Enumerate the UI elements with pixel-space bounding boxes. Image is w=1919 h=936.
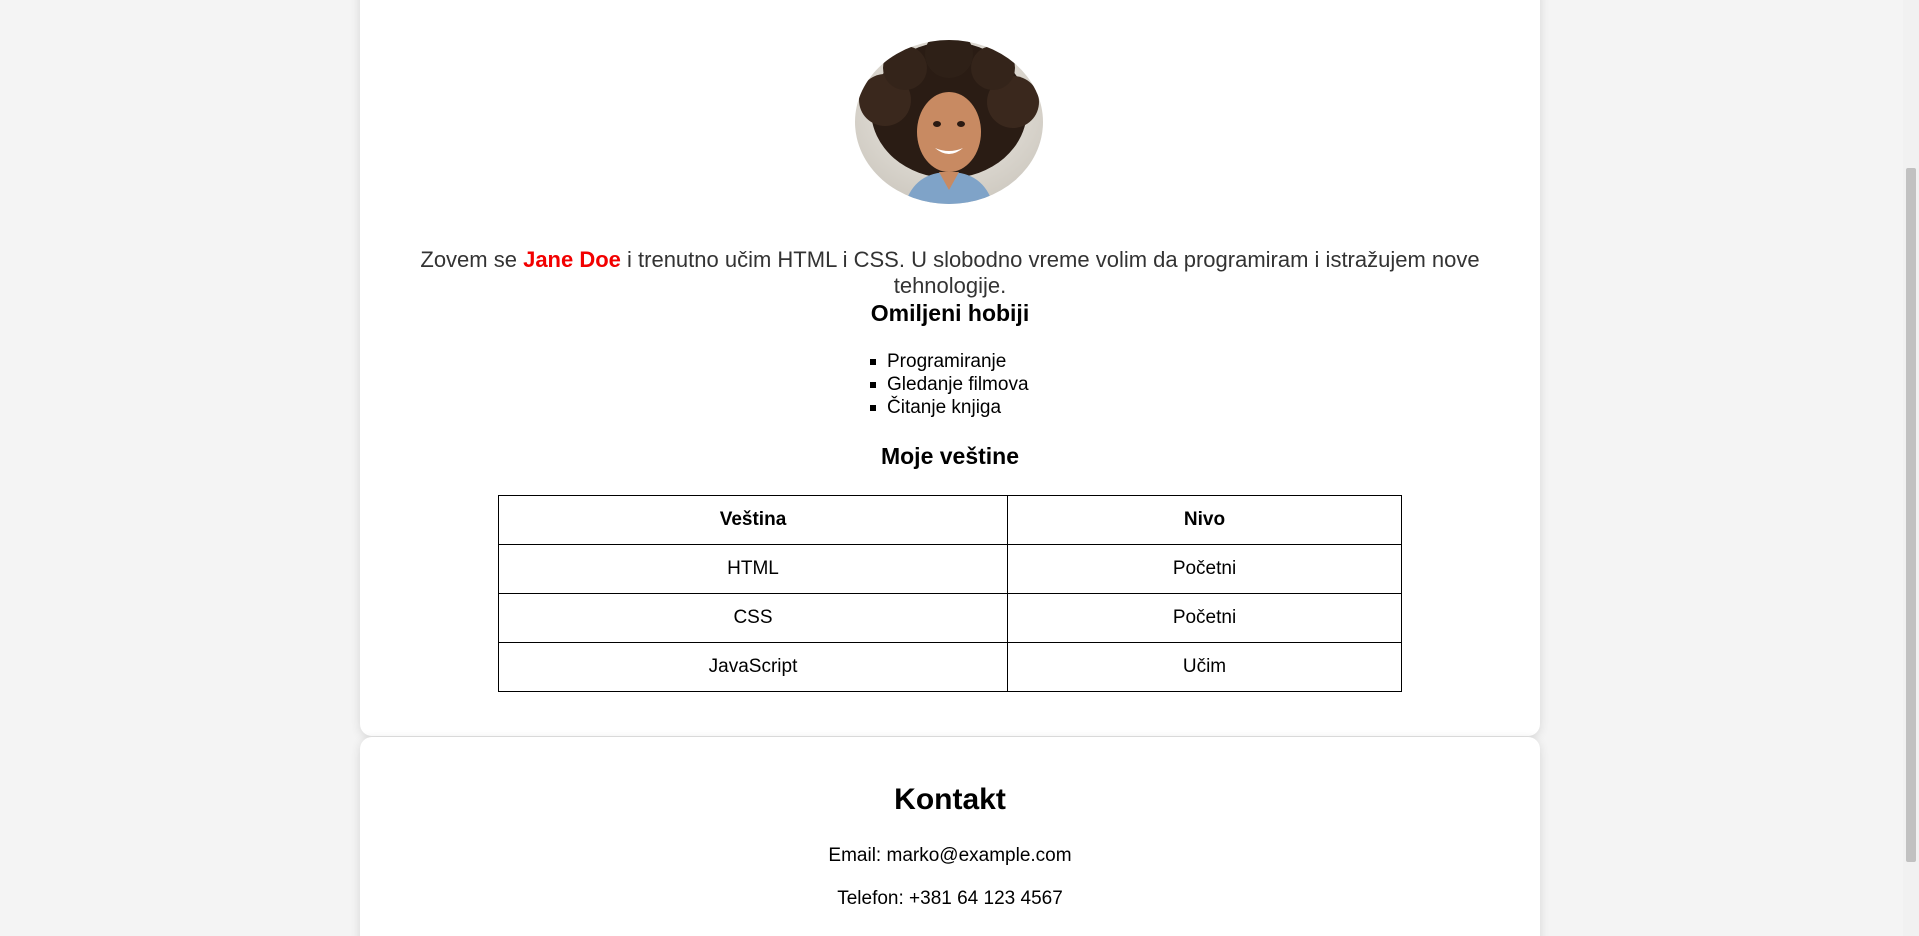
vertical-scrollbar[interactable] — [1903, 0, 1919, 936]
column-header-skill: Veština — [498, 495, 1008, 545]
contact-card: Kontakt Email: marko@example.com Telefon… — [360, 737, 1540, 936]
about-card: Zovem se Jane Doe i trenutno učim HTML i… — [360, 0, 1540, 736]
skills-table: Veština Nivo HTML Početni CSS Početni Ja… — [498, 495, 1402, 692]
contact-heading: Kontakt — [894, 783, 1006, 816]
table-row: HTML Početni — [498, 544, 1402, 594]
intro-text: Zovem se Jane Doe i trenutno učim HTML i… — [400, 247, 1500, 299]
skill-cell: CSS — [498, 593, 1008, 643]
table-header-row: Veština Nivo — [498, 495, 1402, 545]
list-item: Programiranje — [870, 350, 1540, 373]
skills-heading: Moje veštine — [880, 443, 1020, 469]
contact-email: Email: marko@example.com — [828, 845, 1072, 866]
table-row: CSS Početni — [498, 593, 1402, 643]
list-item: Čitanje knjiga — [870, 396, 1540, 419]
level-cell: Početni — [1007, 544, 1402, 594]
profile-name: Jane Doe — [523, 247, 621, 272]
profile-photo-icon — [855, 40, 1043, 204]
level-cell: Početni — [1007, 593, 1402, 643]
list-item: Gledanje filmova — [870, 373, 1540, 396]
skill-cell: JavaScript — [498, 642, 1008, 692]
scrollbar-thumb[interactable] — [1906, 168, 1916, 862]
page: Zovem se Jane Doe i trenutno učim HTML i… — [0, 0, 1919, 936]
skill-cell: HTML — [498, 544, 1008, 594]
intro-prefix: Zovem se — [420, 247, 524, 272]
avatar — [855, 40, 1043, 204]
contact-phone: Telefon: +381 64 123 4567 — [837, 888, 1063, 909]
hobbies-heading: Omiljeni hobiji — [870, 300, 1030, 326]
column-header-level: Nivo — [1007, 495, 1402, 545]
intro-suffix: i trenutno učim HTML i CSS. U slobodno v… — [620, 247, 1480, 298]
hobby-list: Programiranje Gledanje filmova Čitanje k… — [360, 350, 1540, 419]
table-row: JavaScript Učim — [498, 642, 1402, 692]
level-cell: Učim — [1007, 642, 1402, 692]
